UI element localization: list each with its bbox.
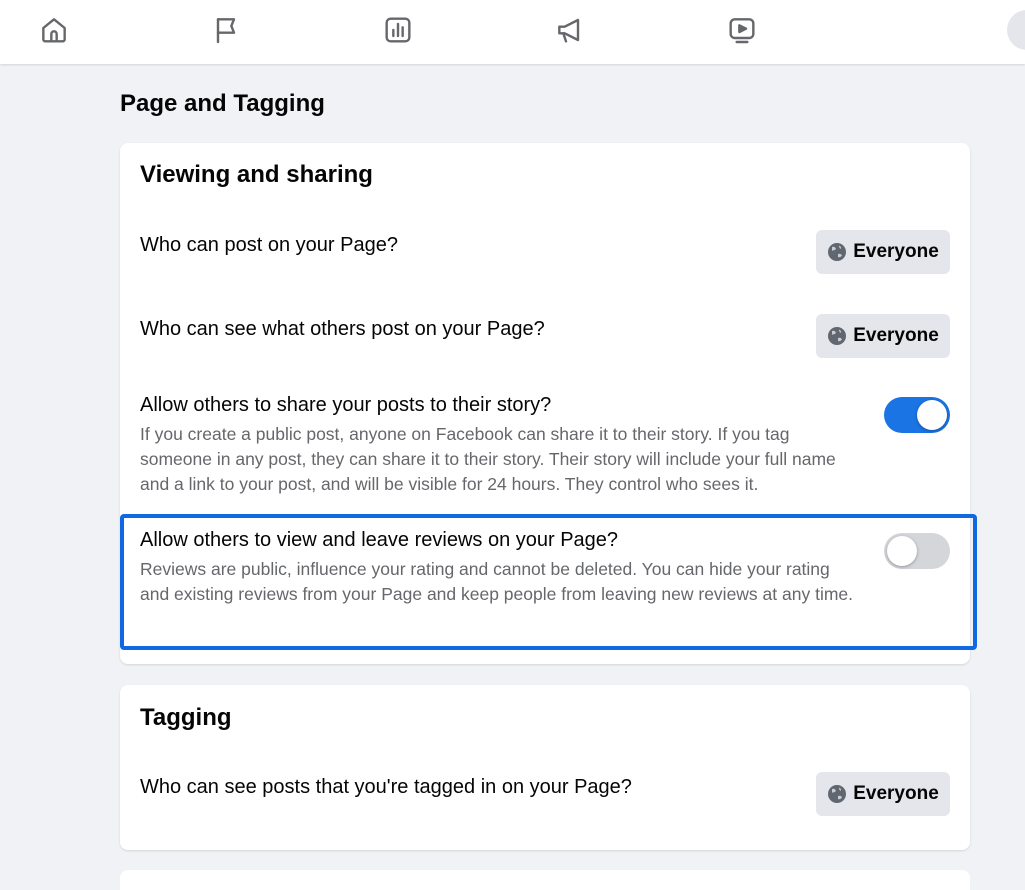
megaphone-icon[interactable] <box>550 12 590 48</box>
reviews-description: Reviews are public, influence your ratin… <box>140 559 854 604</box>
insights-icon[interactable] <box>378 12 418 48</box>
top-navigation-bar <box>0 0 1025 64</box>
section-title-viewing: Viewing and sharing <box>140 161 373 188</box>
who-can-see-others-value: Everyone <box>853 325 939 346</box>
globe-icon <box>827 784 847 804</box>
reviews-toggle[interactable] <box>884 533 950 569</box>
page-title: Page and Tagging <box>120 90 325 117</box>
viewing-and-sharing-card: Viewing and sharing Who can post on your… <box>120 143 970 664</box>
next-card-edge <box>120 870 970 890</box>
toggle-knob <box>917 400 947 430</box>
globe-icon <box>827 326 847 346</box>
video-icon[interactable] <box>722 12 762 48</box>
tagged-posts-value: Everyone <box>853 783 939 804</box>
toggle-knob <box>887 536 917 566</box>
tagged-posts-audience-button[interactable]: Everyone <box>816 772 950 816</box>
avatar[interactable] <box>1007 10 1025 50</box>
share-to-story-toggle[interactable] <box>884 397 950 433</box>
who-can-see-others-audience-button[interactable]: Everyone <box>816 314 950 358</box>
reviews-label: Allow others to view and leave reviews o… <box>140 529 619 551</box>
tagged-posts-label: Who can see posts that you're tagged in … <box>140 776 632 798</box>
home-icon[interactable] <box>34 12 74 48</box>
tagging-card: Tagging Who can see posts that you're ta… <box>120 685 970 850</box>
who-can-post-value: Everyone <box>853 241 939 262</box>
share-to-story-description: If you create a public post, anyone on F… <box>140 424 836 494</box>
who-can-post-audience-button[interactable]: Everyone <box>816 230 950 274</box>
who-can-post-label: Who can post on your Page? <box>140 234 398 256</box>
flag-icon[interactable] <box>206 12 246 48</box>
share-to-story-label: Allow others to share your posts to thei… <box>140 394 552 416</box>
who-can-see-others-label: Who can see what others post on your Pag… <box>140 318 545 340</box>
section-title-tagging: Tagging <box>140 704 232 731</box>
globe-icon <box>827 242 847 262</box>
